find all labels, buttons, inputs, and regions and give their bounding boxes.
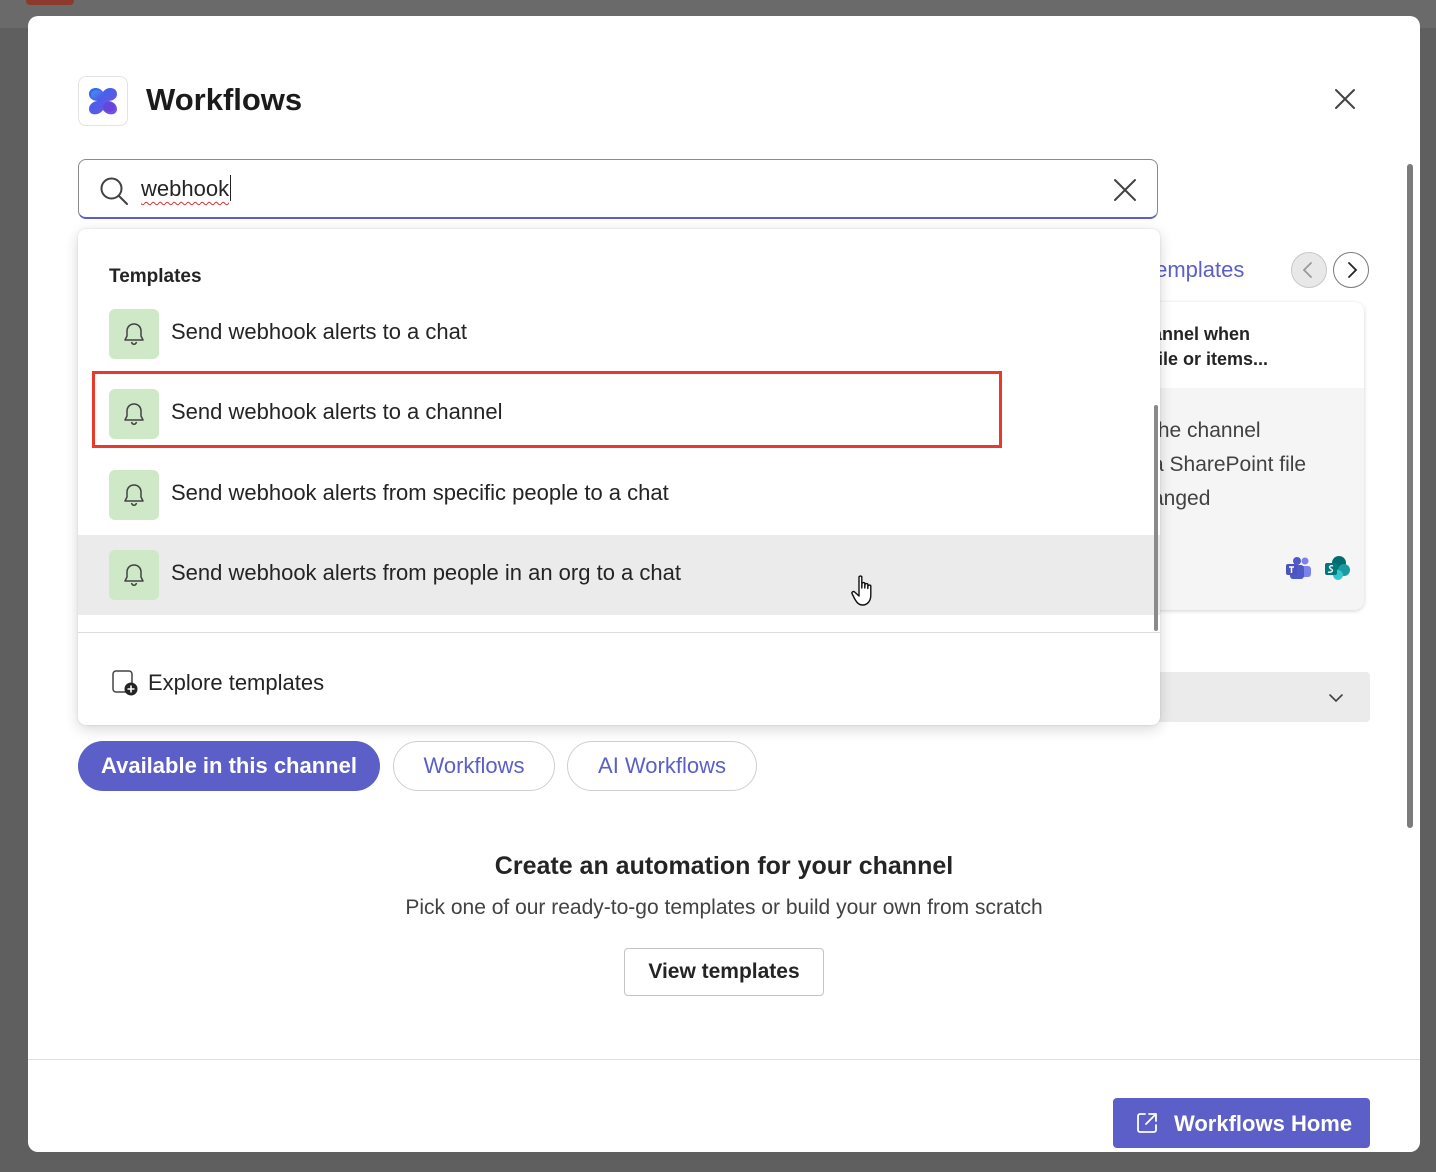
search-icon bbox=[100, 177, 128, 205]
dialog-title: Workflows bbox=[146, 82, 303, 117]
add-template-icon bbox=[112, 670, 138, 696]
bell-icon bbox=[109, 550, 159, 600]
dropdown-scrollbar[interactable] bbox=[1154, 405, 1158, 631]
tab-available-in-channel[interactable]: Available in this channel bbox=[78, 741, 380, 791]
dropdown-divider bbox=[78, 632, 1160, 633]
bell-icon bbox=[109, 470, 159, 520]
dialog-scrollbar[interactable] bbox=[1407, 164, 1413, 828]
template-item-webhook-org-people[interactable]: Send webhook alerts from people in an or… bbox=[78, 535, 1160, 615]
chevron-left-icon bbox=[1302, 262, 1312, 278]
carousel-next-button[interactable] bbox=[1333, 252, 1369, 288]
teams-icon bbox=[1286, 557, 1311, 579]
template-item-webhook-specific-people[interactable]: Send webhook alerts from specific people… bbox=[78, 455, 1160, 535]
carousel-prev-button[interactable] bbox=[1291, 252, 1327, 288]
card-description: the channel a SharePoint file anged bbox=[1152, 419, 1307, 510]
hand-pointer-cursor bbox=[851, 575, 872, 606]
text-caret bbox=[230, 175, 232, 201]
open-external-icon bbox=[1137, 1113, 1157, 1133]
tab-ai-workflows[interactable]: AI Workflows bbox=[567, 741, 757, 791]
workflows-home-button[interactable]: Workflows Home bbox=[1113, 1098, 1370, 1148]
empty-state-title: Create an automation for your channel bbox=[494, 852, 954, 880]
background-tab-indicator bbox=[26, 0, 74, 5]
tab-workflows[interactable]: Workflows bbox=[393, 741, 555, 791]
clear-search-button[interactable] bbox=[1111, 176, 1139, 204]
view-templates-button[interactable]: View templates bbox=[624, 948, 824, 996]
highlight-box bbox=[92, 371, 1002, 448]
workflows-dialog: Workflows webhook l templates annel when bbox=[28, 16, 1420, 1152]
sharepoint-icon bbox=[1325, 556, 1350, 580]
search-input: webhook bbox=[141, 175, 232, 201]
search-results-dropdown: Templates Send webhook alerts to a chat … bbox=[78, 229, 1160, 725]
template-item-label: Send webhook alerts from people in an or… bbox=[171, 560, 681, 585]
empty-state-subtitle: Pick one of our ready-to-go templates or… bbox=[405, 896, 1043, 919]
template-item-label: Send webhook alerts to a chat bbox=[171, 319, 467, 344]
template-item-webhook-to-chat[interactable]: Send webhook alerts to a chat bbox=[78, 294, 1160, 374]
chevron-right-icon bbox=[1348, 262, 1358, 278]
search-box[interactable]: webhook bbox=[78, 159, 1158, 219]
close-dialog-button[interactable] bbox=[1330, 84, 1360, 114]
template-item-label: Send webhook alerts from specific people… bbox=[171, 480, 669, 505]
workflows-logo-icon bbox=[78, 76, 128, 126]
close-icon bbox=[1335, 89, 1355, 109]
close-icon bbox=[1114, 179, 1136, 201]
workflows-home-label: Workflows Home bbox=[1174, 1111, 1353, 1136]
chevron-down-icon bbox=[1329, 694, 1343, 703]
card-title: annel when file or items... bbox=[1152, 324, 1269, 369]
bell-icon bbox=[109, 309, 159, 359]
footer-divider bbox=[28, 1059, 1420, 1060]
explore-templates-label: Explore templates bbox=[148, 670, 325, 695]
templates-section-heading: Templates bbox=[109, 266, 202, 287]
